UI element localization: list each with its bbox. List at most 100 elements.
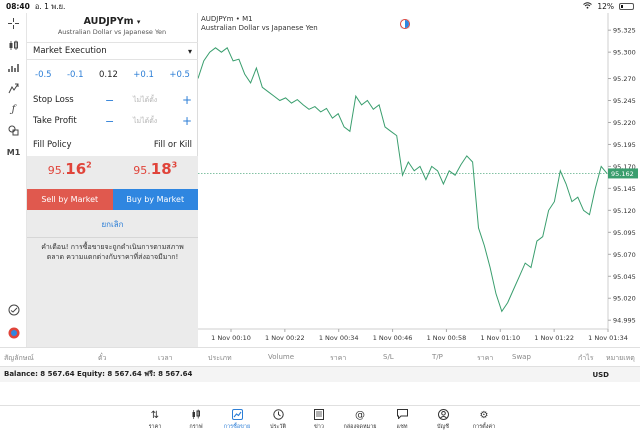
time-tick-label: 1 Nov 01:34 xyxy=(588,334,628,342)
volume-plus-0.1-button[interactable]: +0.1 xyxy=(133,70,154,80)
symbol-header[interactable]: AUDJPYm ▾ Australian Dollar vs Japanese … xyxy=(27,13,197,40)
chat-icon xyxy=(382,409,422,423)
price-tick-label: 95.245 xyxy=(613,97,636,105)
stop-loss-input[interactable]: ไม่ได้ตั้ง xyxy=(133,95,157,106)
tab-history[interactable]: ประวัติ xyxy=(258,409,298,431)
col-tp[interactable]: T/P xyxy=(432,353,443,361)
stop-loss-row: Stop Loss − ไม่ได้ตั้ง + xyxy=(27,92,198,108)
battery-icon xyxy=(619,3,634,10)
stop-loss-label: Stop Loss xyxy=(33,95,74,105)
order-panel: AUDJPYm ▾ Australian Dollar vs Japanese … xyxy=(27,13,198,347)
col-comment[interactable]: หมายเหตุ xyxy=(606,353,635,364)
col-time[interactable]: เวลา xyxy=(158,353,173,364)
balance-row: Balance: 8 567.64 Equity: 8 567.64 ฟรี: … xyxy=(0,367,640,382)
col-type[interactable]: ประเภท xyxy=(208,353,232,364)
price-tick-label: 95.095 xyxy=(613,229,636,237)
price-tick-label: 95.020 xyxy=(613,295,636,303)
balance-text: Balance: 8 567.64 Equity: 8 567.64 ฟรี: … xyxy=(4,370,193,378)
time-tick-label: 1 Nov 00:10 xyxy=(211,334,251,342)
indicators-icon[interactable] xyxy=(6,60,21,75)
time-tick-label: 1 Nov 00:58 xyxy=(427,334,467,342)
tab-quotes[interactable]: ⇅ ราคา xyxy=(135,409,175,431)
trade-mode-icon[interactable] xyxy=(400,19,434,29)
current-price-label: 95.162 xyxy=(611,170,634,178)
chevron-down-icon: ▾ xyxy=(136,18,141,26)
volume-stepper: -0.5 -0.1 0.12 +0.1 +0.5 xyxy=(27,67,198,83)
chevron-down-icon: ▾ xyxy=(187,46,192,56)
col-volume[interactable]: Volume xyxy=(268,353,294,361)
cancel-button[interactable]: ยกเลิก xyxy=(27,218,198,231)
time-tick-label: 1 Nov 01:10 xyxy=(480,334,520,342)
symbol-name: AUDJPYm xyxy=(83,16,134,27)
objects-icon[interactable] xyxy=(6,81,21,96)
bottom-tab-bar: ⇅ ราคา กราฟ การซื้อขาย ประวัติ ข่าว @ กล… xyxy=(0,405,640,447)
price-tick-label: 95.270 xyxy=(613,75,636,83)
col-current-price[interactable]: ราคา xyxy=(477,353,493,364)
col-symbol[interactable]: สัญลักษณ์ xyxy=(4,353,34,364)
col-sl[interactable]: S/L xyxy=(383,353,394,361)
tab-settings[interactable]: ⚙ การตั้งค่า xyxy=(464,409,504,431)
tab-trade[interactable]: การซื้อขาย xyxy=(217,409,257,431)
col-price[interactable]: ราคา xyxy=(330,353,346,364)
broker-icon[interactable] xyxy=(6,325,21,340)
shapes-icon[interactable] xyxy=(6,123,21,138)
quotes-icon: ⇅ xyxy=(150,410,160,421)
take-profit-label: Take Profit xyxy=(33,116,77,126)
execution-type-label: Market Execution xyxy=(33,46,107,56)
take-profit-row: Take Profit − ไม่ได้ตั้ง + xyxy=(27,113,198,129)
tab-news[interactable]: ข่าว xyxy=(299,409,339,431)
price-tick-label: 95.070 xyxy=(613,251,636,259)
news-icon xyxy=(299,409,339,423)
time-tick-label: 1 Nov 00:46 xyxy=(373,334,413,342)
battery-percent: 12% xyxy=(597,2,614,11)
col-ticket[interactable]: ตั๋ว xyxy=(98,353,106,364)
sell-by-market-button[interactable]: Sell by Market xyxy=(27,189,113,210)
volume-plus-0.5-button[interactable]: +0.5 xyxy=(169,70,190,80)
ask-price: 95.183 xyxy=(133,160,178,178)
time-tick-label: 1 Nov 00:34 xyxy=(319,334,359,342)
stop-loss-plus-button[interactable]: + xyxy=(182,93,192,107)
chart-search-icon[interactable] xyxy=(6,302,21,317)
function-icon[interactable]: ƒ xyxy=(6,102,21,117)
price-tick-label: 94.995 xyxy=(613,317,636,325)
status-date: อ. 1 พ.ย. xyxy=(34,1,66,11)
tab-account[interactable]: บัญชี xyxy=(423,409,463,431)
price-tick-label: 95.145 xyxy=(613,185,636,193)
take-profit-minus-button[interactable]: − xyxy=(105,115,114,128)
chart-tool-rail: ƒ M1 xyxy=(0,13,27,347)
tab-mailbox[interactable]: @ กล่องจดหมาย xyxy=(340,409,380,431)
stop-loss-minus-button[interactable]: − xyxy=(105,94,114,107)
status-bar: 08:40 อ. 1 พ.ย. 12% xyxy=(0,0,640,13)
volume-input[interactable]: 0.12 xyxy=(99,70,118,80)
buy-by-market-button[interactable]: Buy by Market xyxy=(112,189,198,210)
col-profit[interactable]: กำไร xyxy=(578,353,593,364)
crosshair-icon[interactable] xyxy=(6,16,21,31)
price-tick-label: 95.045 xyxy=(613,273,636,281)
timeframe-button[interactable]: M1 xyxy=(6,145,21,160)
bid-price: 95.162 xyxy=(47,160,92,178)
fill-policy-label: Fill Policy xyxy=(33,140,72,150)
wifi-icon xyxy=(583,2,593,11)
execution-type-select[interactable]: Market Execution ▾ xyxy=(27,42,198,60)
take-profit-plus-button[interactable]: + xyxy=(182,114,192,128)
candles-icon[interactable] xyxy=(6,38,21,53)
tab-chat[interactable]: แชท xyxy=(382,409,422,431)
chart-symbol-description: Australian Dollar vs Japanese Yen xyxy=(201,24,318,32)
price-tick-label: 95.300 xyxy=(613,49,636,57)
volume-minus-0.1-button[interactable]: -0.1 xyxy=(67,70,84,80)
price-chart-svg: 95.325 95.300 95.270 95.245 95.220 95.195 95.1… xyxy=(198,13,638,342)
col-swap[interactable]: Swap xyxy=(512,353,531,361)
account-icon xyxy=(423,409,463,423)
history-icon xyxy=(258,409,298,423)
status-time: 08:40 xyxy=(6,2,30,11)
account-currency: USD xyxy=(592,370,609,379)
price-quotes: 95.162 95.183 xyxy=(27,159,198,187)
time-tick-label: 1 Nov 01:22 xyxy=(534,334,574,342)
volume-minus-0.5-button[interactable]: -0.5 xyxy=(35,70,52,80)
price-chart[interactable]: 95.325 95.300 95.270 95.245 95.220 95.195 95.1… xyxy=(198,13,640,347)
fill-policy-row[interactable]: Fill Policy Fill or Kill xyxy=(27,137,198,153)
fill-policy-value: Fill or Kill xyxy=(153,140,192,150)
tab-chart[interactable]: กราฟ xyxy=(176,409,216,431)
trade-icon xyxy=(217,409,257,423)
take-profit-input[interactable]: ไม่ได้ตั้ง xyxy=(133,116,157,127)
